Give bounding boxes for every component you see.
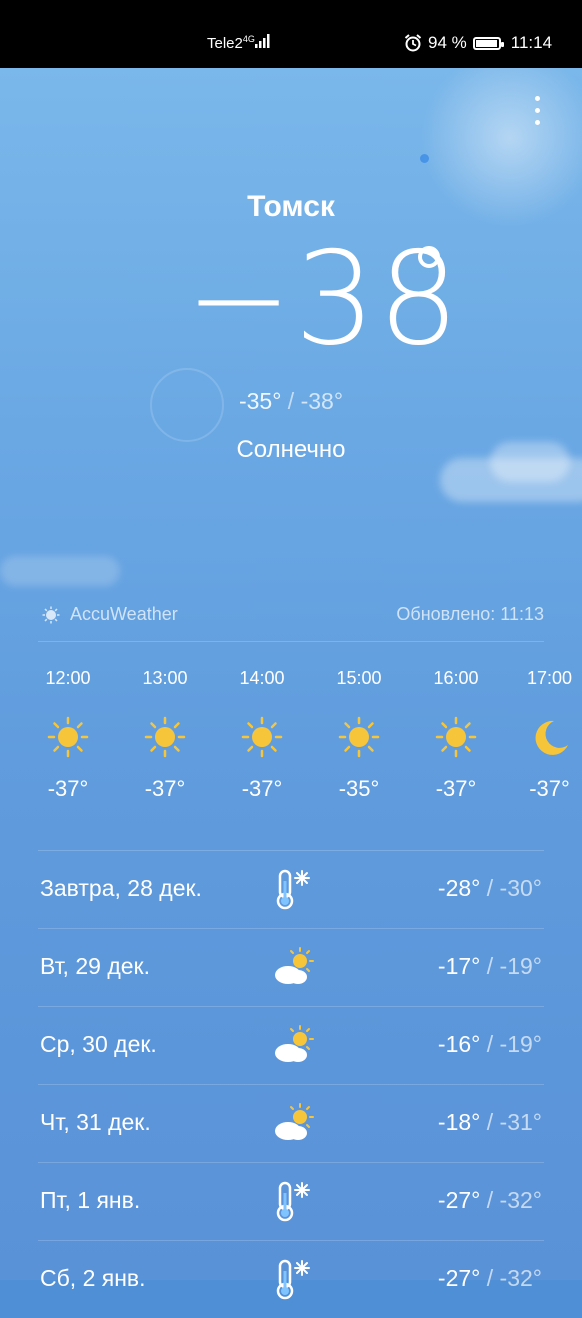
temp-separator: /	[486, 875, 494, 901]
accuweather-link[interactable]: AccuWeather	[42, 604, 178, 625]
day-high: -27°	[437, 1265, 481, 1291]
status-bar: Tele24G 94 % 11:14	[0, 0, 582, 68]
day-high: -17°	[437, 953, 481, 979]
day-low: -32°	[499, 1187, 542, 1213]
hour-temp: -37°	[435, 776, 477, 801]
day-high: -18°	[437, 1109, 481, 1135]
sun-icon	[47, 716, 89, 758]
hour-temp: -35°	[338, 776, 380, 801]
hour-time: 15:00	[336, 668, 382, 688]
carrier-label: Tele24G	[207, 34, 255, 52]
daily-forecast[interactable]: Завтра, 28 дек. -28° / -30° Вт, 29 дек. …	[38, 850, 544, 1318]
clock: 11:14	[510, 33, 553, 52]
day-name: Пт, 1 янв.	[40, 1187, 141, 1213]
today-high: -35°	[238, 388, 282, 414]
hourly-item: 15:00 -35°	[311, 668, 407, 802]
divider	[38, 641, 544, 642]
today-low: -38°	[300, 388, 344, 414]
source-row: AccuWeather Обновлено: 11:13	[42, 604, 544, 625]
day-temps: -18° / -31°	[438, 1109, 542, 1136]
temp-separator: /	[486, 1265, 494, 1291]
temp-separator: /	[486, 1031, 494, 1057]
cold-thermometer-icon	[276, 1259, 310, 1300]
hour-time: 17:00	[526, 668, 573, 688]
sun-icon	[241, 716, 283, 758]
day-low: -30°	[499, 875, 542, 901]
status-right: 94 % 11:14	[404, 33, 552, 53]
temp-separator: /	[486, 1187, 494, 1213]
daily-row[interactable]: Сб, 2 янв. -27° / -32°	[38, 1240, 544, 1318]
day-temps: -17° / -19°	[438, 953, 542, 980]
lens-dot	[420, 154, 429, 163]
hourly-item: 13:00 -37°	[117, 668, 213, 802]
hour-temp: -37°	[47, 776, 89, 801]
more-options-button[interactable]	[532, 96, 542, 132]
hourly-item: 17:00 -37°	[502, 668, 582, 802]
battery-icon	[472, 36, 504, 50]
day-temps: -28° / -30°	[438, 875, 542, 902]
day-temps: -27° / -32°	[438, 1187, 542, 1214]
daily-row[interactable]: Чт, 31 дек. -18° / -31°	[38, 1084, 544, 1162]
day-low: -31°	[499, 1109, 542, 1135]
day-low: -19°	[499, 1031, 542, 1057]
condition-text: Солнечно	[236, 436, 346, 463]
hour-time: 13:00	[142, 668, 188, 688]
hourly-item: 16:00 -37°	[408, 668, 504, 802]
signal-icon	[255, 34, 270, 48]
cold-thermometer-icon	[276, 1181, 310, 1222]
city-name: Томск	[247, 190, 335, 223]
day-name: Завтра, 28 дек.	[40, 875, 202, 901]
hourly-forecast[interactable]: 12:00 -37° 13:00 -37° 14:00 -37° 15:00 -…	[20, 668, 582, 828]
day-high: -27°	[437, 1187, 481, 1213]
cold-thermometer-icon	[276, 869, 310, 910]
day-name: Чт, 31 дек.	[40, 1109, 151, 1135]
partly-cloudy-icon	[275, 1103, 314, 1140]
accuweather-icon	[42, 606, 60, 623]
daily-row[interactable]: Пт, 1 янв. -27° / -32°	[38, 1162, 544, 1240]
hour-temp: -37°	[241, 776, 283, 801]
network-type: 4G	[242, 34, 255, 44]
partly-cloudy-icon	[275, 1025, 314, 1062]
daily-row[interactable]: Вт, 29 дек. -17° / -19°	[38, 928, 544, 1006]
hour-temp: -37°	[144, 776, 186, 801]
day-name: Вт, 29 дек.	[40, 953, 150, 979]
sun-icon	[338, 716, 380, 758]
partly-cloudy-icon	[275, 947, 314, 984]
updated-time: Обновлено: 11:13	[396, 604, 544, 624]
hour-time: 16:00	[433, 668, 479, 688]
day-temps: -16° / -19°	[438, 1031, 542, 1058]
alarm-icon	[404, 34, 422, 52]
degree-symbol	[418, 246, 440, 268]
day-low: -19°	[499, 953, 542, 979]
day-name: Ср, 30 дек.	[40, 1031, 157, 1057]
temp-separator: /	[486, 1109, 494, 1135]
today-range: -35° / -38°	[0, 388, 582, 415]
moon-icon	[535, 720, 568, 755]
temp-separator: /	[486, 953, 494, 979]
hour-time: 14:00	[239, 668, 285, 688]
range-separator: /	[287, 388, 295, 414]
hour-temp: -37°	[529, 776, 570, 801]
hourly-item: 14:00 -37°	[214, 668, 310, 802]
sun-icon	[144, 716, 186, 758]
battery-percent: 94 %	[428, 33, 467, 52]
daily-row[interactable]: Завтра, 28 дек. -28° / -30°	[38, 850, 544, 928]
provider-name: AccuWeather	[70, 604, 178, 624]
day-high: -16°	[437, 1031, 481, 1057]
day-temps: -27° / -32°	[438, 1265, 542, 1292]
day-high: -28°	[437, 875, 481, 901]
hourly-item: 12:00 -37°	[20, 668, 116, 802]
hour-time: 12:00	[45, 668, 91, 688]
day-low: -32°	[499, 1265, 542, 1291]
cloud-shape	[0, 556, 120, 586]
daily-row[interactable]: Ср, 30 дек. -16° / -19°	[38, 1006, 544, 1084]
day-name: Сб, 2 янв.	[40, 1265, 146, 1291]
sun-icon	[435, 716, 477, 758]
